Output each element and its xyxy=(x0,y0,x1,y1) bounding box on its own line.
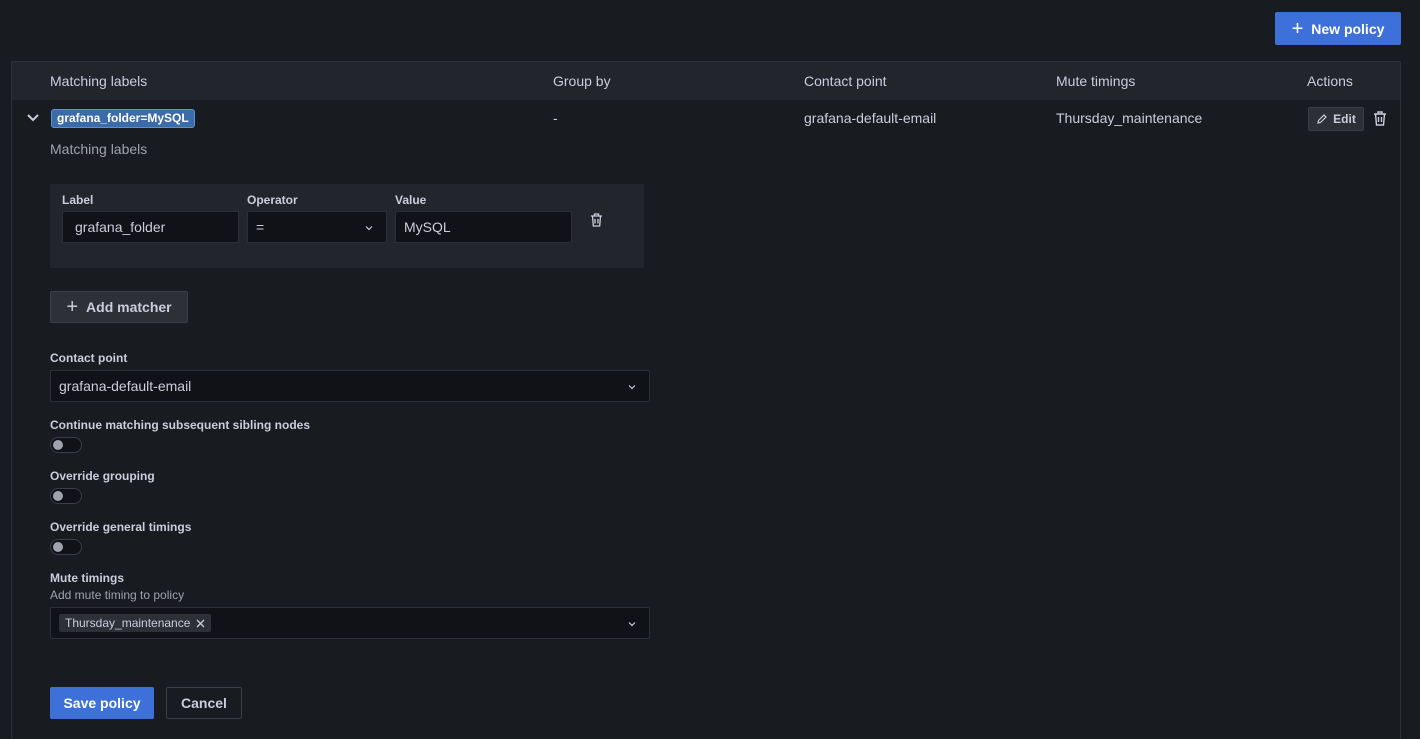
mute-timing-chip: Thursday_maintenance xyxy=(59,614,212,632)
chevron-down-icon[interactable] xyxy=(26,111,40,125)
matching-labels-heading: Matching labels xyxy=(50,141,148,157)
matcher-box: Label Operator Value grafana_folder = My… xyxy=(50,184,644,268)
mute-timings-label: Mute timings xyxy=(50,571,124,585)
header-actions: Actions xyxy=(1307,73,1353,89)
continue-matching-label: Continue matching subsequent sibling nod… xyxy=(50,418,311,432)
new-policy-button[interactable]: + New policy xyxy=(1275,12,1401,45)
label-input-value: grafana_folder xyxy=(75,219,166,235)
header-group-by: Group by xyxy=(553,73,611,89)
operator-field-label: Operator xyxy=(247,193,298,207)
contact-point-select[interactable]: grafana-default-email xyxy=(50,370,650,402)
cancel-button[interactable]: Cancel xyxy=(166,687,242,719)
contact-point-label: Contact point xyxy=(50,351,128,365)
contact-point-value: grafana-default-email xyxy=(59,378,192,394)
pencil-icon xyxy=(1317,114,1328,124)
save-policy-button[interactable]: Save policy xyxy=(50,687,154,719)
toggle-knob xyxy=(53,440,63,450)
value-input[interactable]: MySQL xyxy=(395,211,572,243)
override-timings-toggle[interactable] xyxy=(50,539,82,555)
table-header: Matching labels Group by Contact point M… xyxy=(12,62,1400,100)
chevron-down-icon xyxy=(365,226,373,231)
toggle-knob xyxy=(53,542,63,552)
row-mute-timings: Thursday_maintenance xyxy=(1056,110,1203,126)
label-badge: grafana_folder=MySQL xyxy=(51,109,195,128)
continue-matching-toggle[interactable] xyxy=(50,437,82,453)
header-mute-timings: Mute timings xyxy=(1056,73,1136,89)
operator-select-value: = xyxy=(256,219,265,235)
mute-timings-description: Add mute timing to policy xyxy=(50,588,185,602)
plus-icon: + xyxy=(66,296,79,318)
row-contact-point: grafana-default-email xyxy=(804,110,937,126)
close-icon[interactable] xyxy=(196,619,205,628)
header-matching-labels: Matching labels xyxy=(50,73,148,89)
chevron-down-icon xyxy=(628,622,636,627)
edit-label: Edit xyxy=(1333,112,1356,126)
value-input-value: MySQL xyxy=(404,219,451,235)
plus-icon: + xyxy=(1291,17,1304,40)
label-field-label: Label xyxy=(62,193,94,207)
toggle-knob xyxy=(53,491,63,501)
trash-icon[interactable] xyxy=(1372,110,1388,127)
new-policy-label: New policy xyxy=(1311,20,1385,37)
add-matcher-button[interactable]: + Add matcher xyxy=(50,291,188,323)
mute-timings-select[interactable]: Thursday_maintenance xyxy=(50,607,650,639)
label-input[interactable]: grafana_folder xyxy=(62,211,239,243)
header-contact-point: Contact point xyxy=(804,73,887,89)
value-field-label: Value xyxy=(395,193,427,207)
mute-timing-chip-label: Thursday_maintenance xyxy=(65,616,191,630)
override-grouping-toggle[interactable] xyxy=(50,488,82,504)
row-group-by: - xyxy=(553,110,558,126)
policies-table: Matching labels Group by Contact point M… xyxy=(11,61,1401,739)
override-grouping-label: Override grouping xyxy=(50,469,155,483)
override-timings-label: Override general timings xyxy=(50,520,192,534)
add-matcher-label: Add matcher xyxy=(86,299,172,315)
edit-button[interactable]: Edit xyxy=(1308,107,1364,131)
operator-select[interactable]: = xyxy=(247,211,387,243)
chevron-down-icon xyxy=(628,385,636,390)
trash-icon[interactable] xyxy=(589,212,604,228)
